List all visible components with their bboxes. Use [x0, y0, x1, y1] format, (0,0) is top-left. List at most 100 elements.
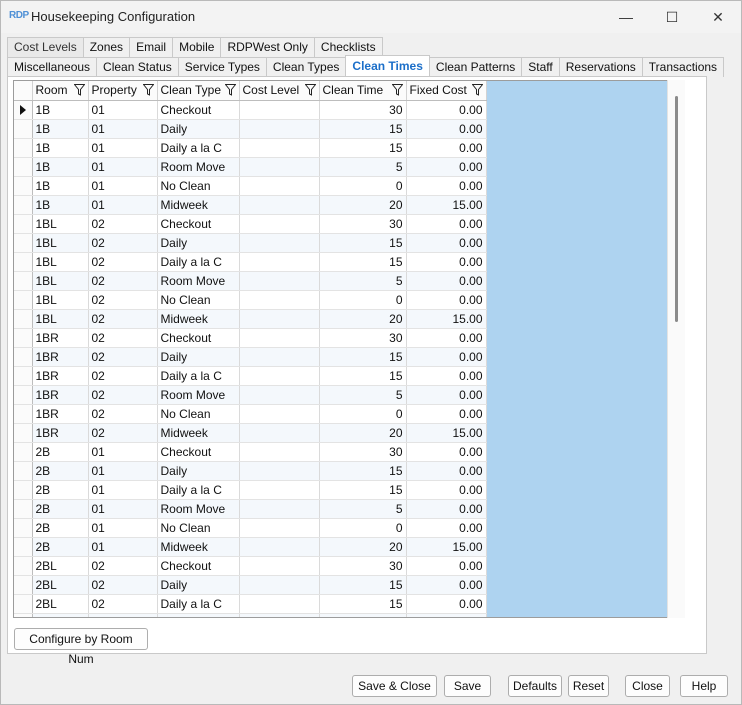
column-header-clean-type[interactable]: Clean Type — [157, 81, 240, 101]
cell-property[interactable]: 02 — [88, 214, 158, 234]
row-selector[interactable] — [14, 556, 33, 576]
cell-property[interactable]: 02 — [88, 347, 158, 367]
tab-reservations[interactable]: Reservations — [558, 57, 643, 77]
column-header-room[interactable]: Room — [32, 81, 89, 101]
filter-icon[interactable] — [471, 84, 483, 96]
cell-cost-level[interactable] — [239, 480, 320, 500]
cell-clean-type[interactable]: No Clean — [157, 518, 240, 538]
cell-cost-level[interactable] — [239, 499, 320, 519]
cell-cost-level[interactable] — [239, 423, 320, 443]
cell-cost-level[interactable] — [239, 214, 320, 234]
cell-clean-type[interactable]: Room Move — [157, 385, 240, 405]
cell-clean-type[interactable]: Room Move — [157, 613, 240, 617]
filter-icon[interactable] — [304, 84, 316, 96]
cell-cost-level[interactable] — [239, 290, 320, 310]
table-row[interactable]: 2BL 02 Daily a la C 15 0.00 — [14, 594, 487, 614]
cell-fixed-cost[interactable]: 0.00 — [406, 214, 487, 234]
cell-clean-type[interactable]: No Clean — [157, 404, 240, 424]
cell-clean-time[interactable]: 20 — [319, 195, 407, 215]
table-row[interactable]: 1B 01 Room Move 5 0.00 — [14, 157, 487, 177]
cell-clean-type[interactable]: Midweek — [157, 423, 240, 443]
cell-room[interactable]: 1B — [32, 100, 89, 120]
cell-clean-time[interactable]: 20 — [319, 537, 407, 557]
cell-room[interactable]: 1B — [32, 138, 89, 158]
close-window-button[interactable]: ✕ — [695, 1, 741, 33]
cell-clean-time[interactable]: 20 — [319, 423, 407, 443]
cell-room[interactable]: 2B — [32, 518, 89, 538]
cell-property[interactable]: 02 — [88, 613, 158, 617]
row-selector[interactable] — [14, 347, 33, 367]
table-row[interactable]: 1B 01 Checkout 30 0.00 — [14, 100, 487, 120]
cell-room[interactable]: 2BL — [32, 613, 89, 617]
save-close-button[interactable]: Save & Close — [352, 675, 437, 697]
cell-clean-time[interactable]: 15 — [319, 461, 407, 481]
table-row[interactable]: 1BR 02 Daily 15 0.00 — [14, 347, 487, 367]
cell-clean-type[interactable]: Checkout — [157, 328, 240, 348]
cell-property[interactable]: 02 — [88, 290, 158, 310]
cell-property[interactable]: 01 — [88, 499, 158, 519]
table-row[interactable]: 1BL 02 No Clean 0 0.00 — [14, 290, 487, 310]
cell-fixed-cost[interactable]: 0.00 — [406, 594, 487, 614]
tab-zones[interactable]: Zones — [82, 37, 131, 57]
cell-room[interactable]: 1B — [32, 157, 89, 177]
cell-fixed-cost[interactable]: 15.00 — [406, 309, 487, 329]
reset-button[interactable]: Reset — [568, 675, 609, 697]
table-row[interactable]: 1B 01 Daily 15 0.00 — [14, 119, 487, 139]
cell-property[interactable]: 01 — [88, 176, 158, 196]
cell-clean-time[interactable]: 5 — [319, 271, 407, 291]
cell-fixed-cost[interactable]: 0.00 — [406, 518, 487, 538]
cell-clean-time[interactable]: 5 — [319, 157, 407, 177]
cell-room[interactable]: 1BL — [32, 252, 89, 272]
cell-property[interactable]: 01 — [88, 138, 158, 158]
tab-miscellaneous[interactable]: Miscellaneous — [7, 57, 98, 77]
cell-clean-time[interactable]: 30 — [319, 442, 407, 462]
cell-cost-level[interactable] — [239, 195, 320, 215]
cell-fixed-cost[interactable]: 0.00 — [406, 480, 487, 500]
tab-service-types[interactable]: Service Types — [177, 57, 267, 77]
cell-clean-type[interactable]: Checkout — [157, 214, 240, 234]
cell-cost-level[interactable] — [239, 385, 320, 405]
filter-icon[interactable] — [391, 84, 403, 96]
table-row[interactable]: 1BR 02 Midweek 20 15.00 — [14, 423, 487, 443]
cell-fixed-cost[interactable]: 0.00 — [406, 613, 487, 617]
row-selector[interactable] — [14, 119, 33, 139]
maximize-button[interactable]: ☐ — [649, 1, 695, 33]
row-selector[interactable] — [14, 309, 33, 329]
tab-email[interactable]: Email — [129, 37, 174, 57]
cell-fixed-cost[interactable]: 0.00 — [406, 404, 487, 424]
cell-room[interactable]: 1BR — [32, 328, 89, 348]
cell-cost-level[interactable] — [239, 100, 320, 120]
cell-fixed-cost[interactable]: 0.00 — [406, 252, 487, 272]
cell-fixed-cost[interactable]: 0.00 — [406, 442, 487, 462]
cell-clean-type[interactable]: Daily — [157, 119, 240, 139]
cell-room[interactable]: 1B — [32, 119, 89, 139]
row-selector[interactable] — [14, 100, 33, 120]
tab-staff[interactable]: Staff — [521, 57, 560, 77]
row-selector[interactable] — [14, 176, 33, 196]
column-header-cost-level[interactable]: Cost Level — [239, 81, 320, 101]
table-row[interactable]: 1BL 02 Daily 15 0.00 — [14, 233, 487, 253]
cell-clean-type[interactable]: Daily — [157, 347, 240, 367]
table-row[interactable]: 2B 01 Room Move 5 0.00 — [14, 499, 487, 519]
table-row[interactable]: 1B 01 Daily a la C 15 0.00 — [14, 138, 487, 158]
cell-cost-level[interactable] — [239, 328, 320, 348]
row-selector[interactable] — [14, 195, 33, 215]
cell-room[interactable]: 1BL — [32, 290, 89, 310]
cell-clean-time[interactable]: 15 — [319, 575, 407, 595]
cell-room[interactable]: 2BL — [32, 594, 89, 614]
cell-property[interactable]: 02 — [88, 594, 158, 614]
table-row[interactable]: 1BR 02 Room Move 5 0.00 — [14, 385, 487, 405]
tab-transactions[interactable]: Transactions — [641, 57, 725, 77]
cell-fixed-cost[interactable]: 15.00 — [406, 423, 487, 443]
cell-fixed-cost[interactable]: 0.00 — [406, 290, 487, 310]
cell-room[interactable]: 2B — [32, 499, 89, 519]
minimize-button[interactable]: — — [603, 1, 649, 33]
row-selector[interactable] — [14, 423, 33, 443]
configure-by-room-num-button[interactable]: Configure by Room Num — [14, 628, 148, 666]
cell-clean-type[interactable]: Daily a la C — [157, 138, 240, 158]
cell-clean-type[interactable]: Daily a la C — [157, 594, 240, 614]
filter-icon[interactable] — [224, 84, 236, 96]
cell-clean-time[interactable]: 30 — [319, 328, 407, 348]
cell-fixed-cost[interactable]: 0.00 — [406, 366, 487, 386]
cell-clean-time[interactable]: 0 — [319, 290, 407, 310]
